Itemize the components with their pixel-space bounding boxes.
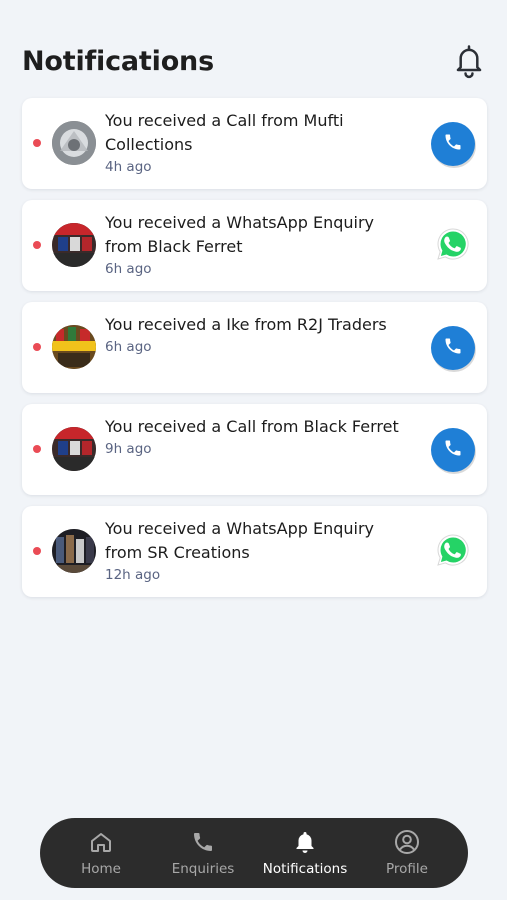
notification-text: You received a Call from Mufti Collectio… [105,109,405,177]
notification-time: 6h ago [105,339,152,355]
phone-icon [443,336,463,360]
home-icon [88,829,114,855]
unread-dot [33,139,41,147]
bottom-nav: Home Enquiries Notifications Profile [40,818,468,888]
notification-card[interactable]: You received a Ike from R2J Traders 6h a… [22,302,487,393]
notification-list: You received a Call from Mufti Collectio… [22,98,487,597]
unread-dot [33,241,41,249]
notifications-screen: Notifications You received a Call from M… [0,0,507,900]
notification-time: 9h ago [105,441,152,457]
whatsapp-icon [435,532,471,572]
nav-enquiries[interactable]: Enquiries [156,829,251,877]
nav-notifications[interactable]: Notifications [258,829,353,877]
nav-label: Enquiries [171,861,235,877]
phone-icon [443,438,463,462]
unread-dot [33,445,41,453]
notification-card[interactable]: You received a WhatsApp Enquiry from Bla… [22,200,487,291]
avatar [52,427,96,471]
notification-text: You received a WhatsApp Enquiry from SR … [105,517,405,585]
nav-label: Notifications [262,861,348,877]
whatsapp-button[interactable] [431,530,475,574]
notification-message: You received a WhatsApp Enquiry from SR … [105,519,375,562]
notification-card[interactable]: You received a WhatsApp Enquiry from SR … [22,506,487,597]
notification-time: 6h ago [105,261,152,277]
notification-card[interactable]: You received a Call from Black Ferret 9h… [22,404,487,495]
avatar [52,121,96,165]
profile-icon [394,829,420,855]
avatar [52,325,96,369]
bell-icon [292,829,318,855]
bell-icon[interactable] [449,41,489,81]
whatsapp-icon [435,226,471,266]
phone-icon [443,132,463,156]
avatar [52,529,96,573]
notification-message: You received a Ike from R2J Traders [105,315,387,334]
notification-time: 4h ago [105,159,152,175]
page-title: Notifications [22,45,214,77]
nav-home[interactable]: Home [54,829,149,877]
header: Notifications [22,38,489,84]
whatsapp-button[interactable] [431,224,475,268]
call-button[interactable] [431,326,475,370]
call-button[interactable] [431,428,475,472]
unread-dot [33,343,41,351]
notification-message: You received a Call from Mufti Collectio… [105,111,344,154]
notification-card[interactable]: You received a Call from Mufti Collectio… [22,98,487,189]
notification-message: You received a Call from Black Ferret [105,417,399,436]
notification-text: You received a Ike from R2J Traders 6h a… [105,313,405,357]
nav-profile[interactable]: Profile [360,829,455,877]
notification-text: You received a WhatsApp Enquiry from Bla… [105,211,405,279]
notification-message: You received a WhatsApp Enquiry from Bla… [105,213,375,256]
unread-dot [33,547,41,555]
notification-text: You received a Call from Black Ferret 9h… [105,415,405,459]
phone-icon [190,829,216,855]
nav-label: Profile [386,861,428,877]
avatar [52,223,96,267]
notification-time: 12h ago [105,567,161,583]
nav-label: Home [81,861,121,877]
call-button[interactable] [431,122,475,166]
